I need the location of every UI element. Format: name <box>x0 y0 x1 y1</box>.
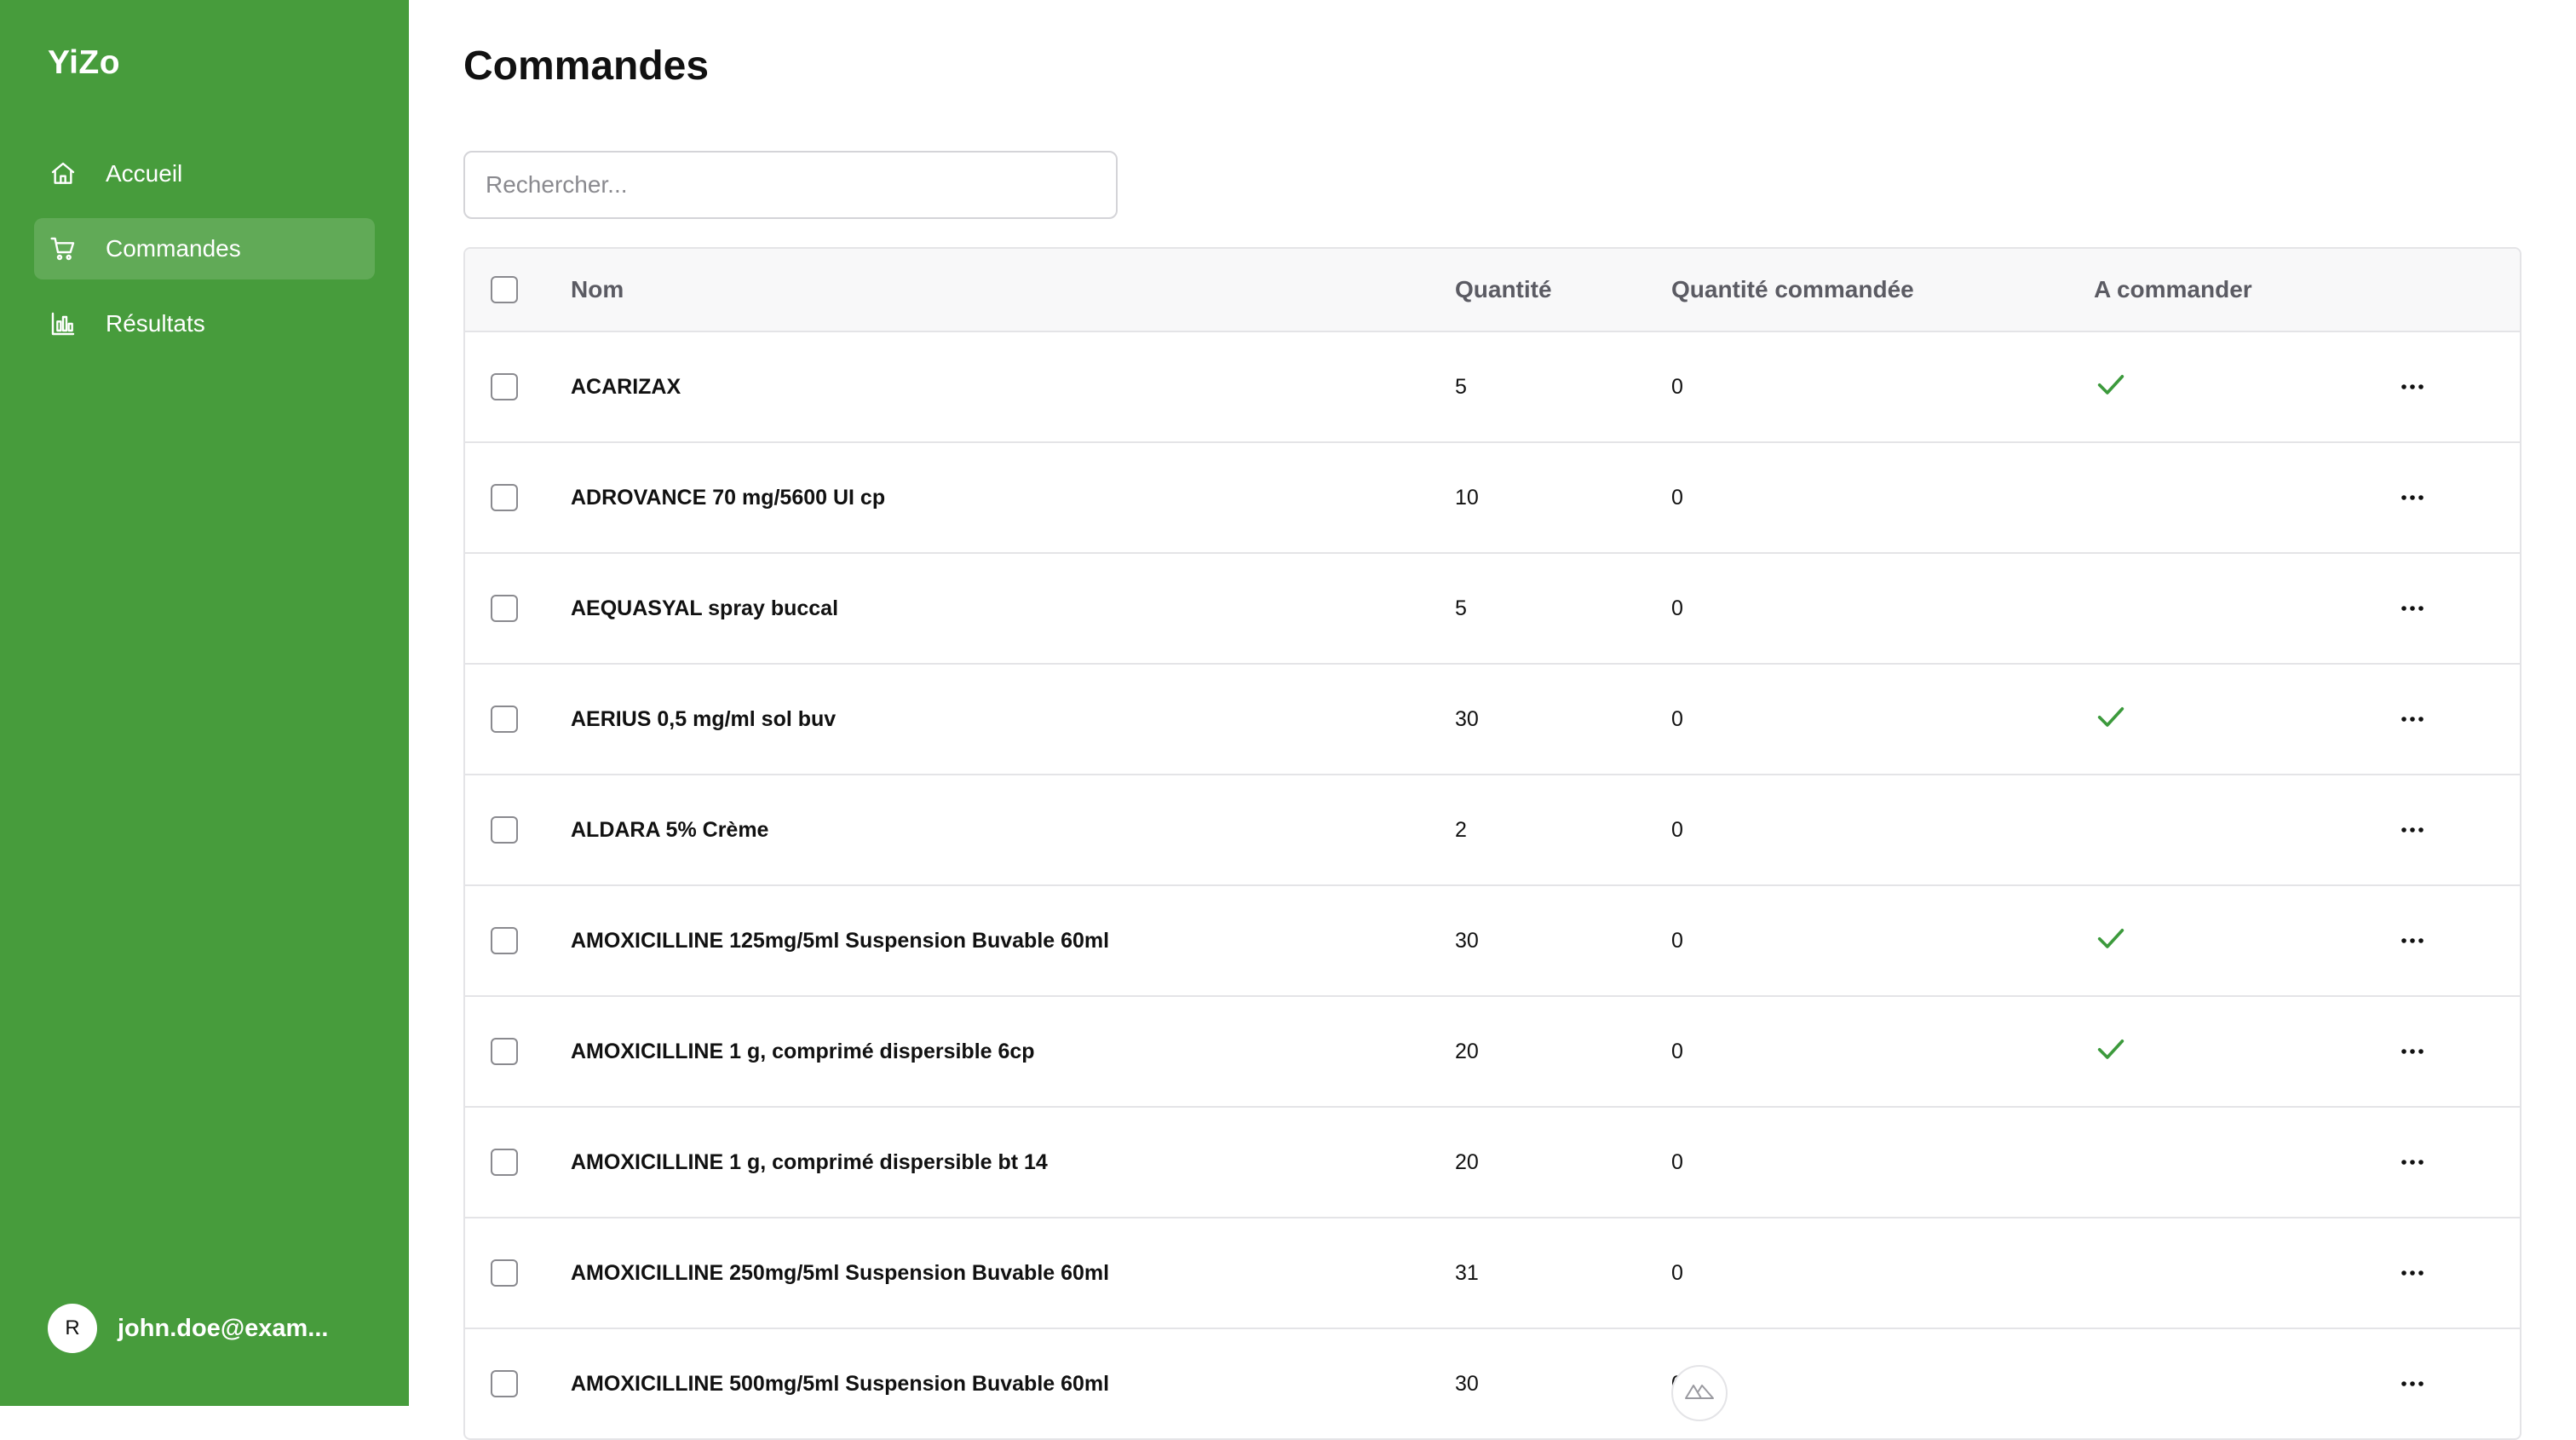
row-quantity: 2 <box>1455 817 1467 842</box>
search-input[interactable] <box>463 151 1118 219</box>
more-options-icon[interactable] <box>2399 1268 2426 1278</box>
sidebar-item-resultats[interactable]: Résultats <box>34 293 375 354</box>
user-email: john.doe@exam... <box>118 1314 329 1342</box>
row-checkbox[interactable] <box>491 1370 518 1397</box>
row-ordered-quantity: 0 <box>1671 1149 1683 1174</box>
brand-logo-text[interactable]: YiZo <box>48 44 120 82</box>
sidebar-item-label: Accueil <box>106 160 183 187</box>
row-quantity: 5 <box>1455 374 1467 399</box>
table-row[interactable]: ACARIZAX 5 0 <box>465 332 2520 443</box>
avatar: R <box>48 1304 97 1353</box>
select-all-checkbox[interactable] <box>491 276 518 303</box>
row-name: ADROVANCE 70 mg/5600 UI cp <box>571 485 886 510</box>
row-checkbox[interactable] <box>491 595 518 622</box>
sidebar-item-accueil[interactable]: Accueil <box>34 143 375 204</box>
column-header-quantity[interactable]: Quantité <box>1455 249 1552 331</box>
row-ordered-quantity: 0 <box>1671 485 1683 510</box>
check-icon <box>2094 367 2128 407</box>
row-name: AMOXICILLINE 1 g, comprimé dispersible 6… <box>571 1039 1035 1063</box>
row-quantity: 20 <box>1455 1149 1479 1174</box>
row-name: ALDARA 5% Crème <box>571 817 769 842</box>
cart-icon <box>48 233 78 264</box>
table-row[interactable]: AERIUS 0,5 mg/ml sol buv 30 0 <box>465 665 2520 775</box>
row-checkbox[interactable] <box>491 927 518 954</box>
row-checkbox[interactable] <box>491 484 518 511</box>
table-row[interactable]: AEQUASYAL spray buccal 5 0 <box>465 554 2520 665</box>
row-name: AMOXICILLINE 1 g, comprimé dispersible b… <box>571 1149 1048 1174</box>
row-checkbox[interactable] <box>491 1038 518 1065</box>
row-checkbox[interactable] <box>491 1259 518 1287</box>
row-ordered-quantity: 0 <box>1671 706 1683 731</box>
sidebar-item-label: Commandes <box>106 235 241 262</box>
table-row[interactable]: AMOXICILLINE 1 g, comprimé dispersible 6… <box>465 997 2520 1108</box>
more-options-icon[interactable] <box>2399 1379 2426 1389</box>
row-name: AMOXICILLINE 500mg/5ml Suspension Buvabl… <box>571 1371 1110 1396</box>
user-menu[interactable]: R john.doe@exam... <box>48 1304 328 1353</box>
row-ordered-quantity: 0 <box>1671 928 1683 953</box>
more-options-icon[interactable] <box>2399 1157 2426 1167</box>
main-content: Commandes Nom Quantité Quantité commandé… <box>409 0 2576 1440</box>
row-name: ACARIZAX <box>571 374 681 399</box>
row-checkbox[interactable] <box>491 1149 518 1176</box>
row-quantity: 20 <box>1455 1039 1479 1063</box>
row-quantity: 10 <box>1455 485 1479 510</box>
row-quantity: 30 <box>1455 706 1479 731</box>
row-checkbox[interactable] <box>491 706 518 733</box>
more-options-icon[interactable] <box>2399 1046 2426 1057</box>
row-to-order <box>2094 332 2128 441</box>
more-options-icon[interactable] <box>2399 492 2426 503</box>
row-name: AEQUASYAL spray buccal <box>571 596 839 620</box>
sidebar-item-label: Résultats <box>106 310 205 337</box>
row-ordered-quantity: 0 <box>1671 1039 1683 1063</box>
more-options-icon[interactable] <box>2399 603 2426 613</box>
more-options-icon[interactable] <box>2399 382 2426 392</box>
table-row[interactable]: ADROVANCE 70 mg/5600 UI cp 10 0 <box>465 443 2520 554</box>
more-options-icon[interactable] <box>2399 714 2426 724</box>
table-row[interactable]: AMOXICILLINE 500mg/5ml Suspension Buvabl… <box>465 1329 2520 1438</box>
column-header-to-order[interactable]: A commander <box>2094 249 2252 331</box>
floating-devtools-button[interactable] <box>1671 1365 1728 1421</box>
row-checkbox[interactable] <box>491 816 518 844</box>
table-row[interactable]: AMOXICILLINE 250mg/5ml Suspension Buvabl… <box>465 1218 2520 1329</box>
more-options-icon[interactable] <box>2399 825 2426 835</box>
row-quantity: 30 <box>1455 928 1479 953</box>
check-icon <box>2094 921 2128 961</box>
row-ordered-quantity: 0 <box>1671 596 1683 620</box>
sidebar: YiZo Accueil Commandes Résultats R john.… <box>0 0 409 1406</box>
row-to-order <box>2094 997 2128 1106</box>
orders-table: Nom Quantité Quantité commandée A comman… <box>463 247 2521 1440</box>
page-title: Commandes <box>463 43 710 89</box>
row-quantity: 31 <box>1455 1260 1479 1285</box>
check-icon <box>2094 1032 2128 1072</box>
home-icon <box>48 158 78 189</box>
row-to-order <box>2094 665 2128 774</box>
row-ordered-quantity: 0 <box>1671 1260 1683 1285</box>
row-ordered-quantity: 0 <box>1671 817 1683 842</box>
row-name: AMOXICILLINE 250mg/5ml Suspension Buvabl… <box>571 1260 1110 1285</box>
column-header-name[interactable]: Nom <box>571 249 624 331</box>
more-options-icon[interactable] <box>2399 936 2426 946</box>
column-header-ordered[interactable]: Quantité commandée <box>1671 249 1914 331</box>
table-row[interactable]: ALDARA 5% Crème 2 0 <box>465 775 2520 886</box>
sidebar-nav: Accueil Commandes Résultats <box>34 143 375 368</box>
row-quantity: 5 <box>1455 596 1467 620</box>
mountain-logo-icon <box>1685 1385 1714 1399</box>
table-row[interactable]: AMOXICILLINE 1 g, comprimé dispersible b… <box>465 1108 2520 1218</box>
row-checkbox[interactable] <box>491 373 518 400</box>
check-icon <box>2094 700 2128 740</box>
row-name: AMOXICILLINE 125mg/5ml Suspension Buvabl… <box>571 928 1110 953</box>
bar-chart-icon <box>48 308 78 339</box>
row-ordered-quantity: 0 <box>1671 374 1683 399</box>
row-name: AERIUS 0,5 mg/ml sol buv <box>571 706 837 731</box>
table-body: ACARIZAX 5 0 ADROVANCE 70 mg/5600 UI cp 10 0 A… <box>465 332 2520 1438</box>
row-quantity: 30 <box>1455 1371 1479 1396</box>
table-header: Nom Quantité Quantité commandée A comman… <box>465 249 2520 332</box>
row-to-order <box>2094 886 2128 995</box>
sidebar-item-commandes[interactable]: Commandes <box>34 218 375 279</box>
table-row[interactable]: AMOXICILLINE 125mg/5ml Suspension Buvabl… <box>465 886 2520 997</box>
